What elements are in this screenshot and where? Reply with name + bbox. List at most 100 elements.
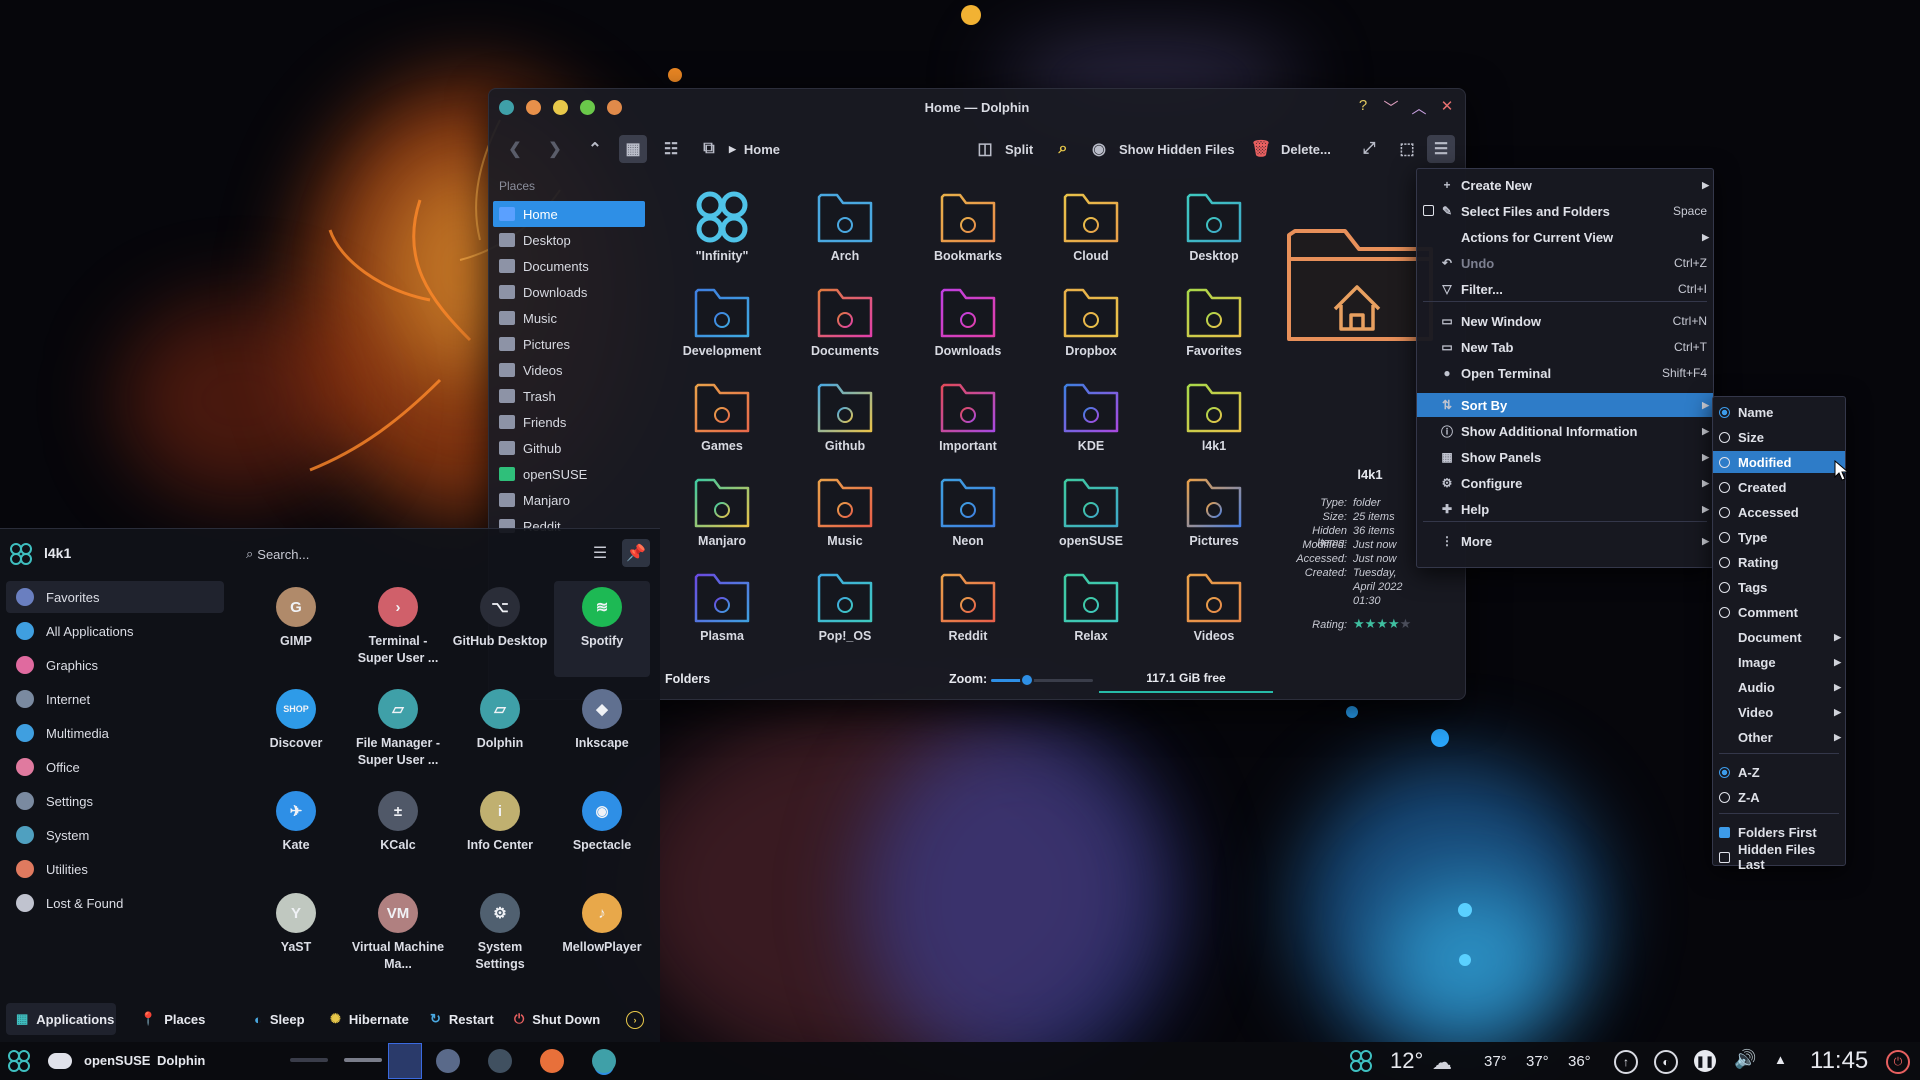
folder-item[interactable]: Pictures [1156, 472, 1272, 564]
launcher-app[interactable]: ✈ Kate [248, 785, 344, 881]
folder-item[interactable]: Dropbox [1033, 282, 1149, 374]
places-item[interactable]: Pictures [493, 331, 645, 357]
user-avatar[interactable] [10, 543, 32, 565]
zoom-slider[interactable] [991, 673, 1093, 687]
menu-item[interactable]: ▭ New Window Ctrl+N [1417, 309, 1713, 333]
sort-option[interactable]: Modified [1713, 451, 1845, 473]
places-item[interactable]: Videos [493, 357, 645, 383]
places-item[interactable]: Home [493, 201, 645, 227]
screenshot-icon[interactable]: ⬚ [1393, 135, 1421, 163]
launcher-app[interactable]: ⚙ System Settings [452, 887, 548, 983]
star-icon[interactable]: ★ [1400, 616, 1412, 631]
zoom-fit-icon[interactable]: ⤢ [1355, 135, 1383, 163]
night-color-icon[interactable]: ◐ [1654, 1050, 1678, 1074]
radio-button[interactable] [1719, 506, 1730, 518]
sort-option[interactable]: A-Z [1713, 761, 1845, 783]
sort-option[interactable]: Folders First [1713, 821, 1845, 843]
firefox-task-icon[interactable] [540, 1049, 564, 1073]
more-power-options-icon[interactable]: › [626, 1011, 644, 1029]
minimize-button[interactable]: ﹀ [1383, 97, 1399, 118]
radio-button[interactable] [1719, 456, 1730, 468]
back-icon[interactable]: ❮ [501, 135, 529, 163]
launcher-category[interactable]: All Applications [6, 615, 224, 647]
sort-option[interactable]: Created [1713, 476, 1845, 498]
hamburger-menu-icon[interactable]: ☰ [1427, 135, 1455, 163]
folder-item[interactable]: "Infinity" [664, 187, 780, 279]
folder-item[interactable]: Favorites [1156, 282, 1272, 374]
places-item[interactable]: Desktop [493, 227, 645, 253]
folder-item[interactable]: Music [787, 472, 903, 564]
launcher-app[interactable]: VM Virtual Machine Ma... [350, 887, 446, 983]
launcher-category[interactable]: Internet [6, 683, 224, 715]
places-item[interactable]: Friends [493, 409, 645, 435]
free-space-bar[interactable]: 117.1 GiB free [1099, 667, 1273, 693]
menu-item[interactable]: ⓘ Show Additional Information ▶ [1417, 419, 1713, 443]
menu-item[interactable]: ⚙ Configure ▶ [1417, 471, 1713, 495]
folder-item[interactable]: Documents [787, 282, 903, 374]
places-item[interactable]: Trash [493, 383, 645, 409]
settings-task-icon[interactable] [488, 1049, 512, 1073]
opensuse-logo-icon[interactable] [48, 1053, 72, 1069]
launcher-app[interactable]: ▱ Dolphin [452, 683, 548, 779]
power-icon[interactable]: ⏻ [1886, 1050, 1910, 1074]
star-icon[interactable]: ★ [1388, 616, 1400, 631]
menu-item[interactable]: Actions for Current View ▶ [1417, 225, 1713, 249]
sort-option[interactable]: Tags [1713, 576, 1845, 598]
volume-icon[interactable]: 🔊 [1734, 1049, 1756, 1070]
help-button[interactable]: ? [1355, 97, 1371, 118]
weather-temperature[interactable]: 12° [1390, 1048, 1423, 1074]
folder-item[interactable]: Important [910, 377, 1026, 469]
folder-item[interactable]: Bookmarks [910, 187, 1026, 279]
radio-button[interactable] [1719, 431, 1730, 443]
launcher-category[interactable]: Lost & Found [6, 887, 224, 919]
launcher-app[interactable]: ◆ Inkscape [554, 683, 650, 779]
menu-item[interactable]: ⋮ More ▶ [1417, 529, 1713, 553]
split-button[interactable]: ◫ Split [971, 135, 1033, 163]
sort-option[interactable]: Image ▶ [1713, 651, 1845, 673]
star-icon[interactable]: ★ [1376, 616, 1388, 631]
checkbox[interactable] [1719, 826, 1730, 838]
up-icon[interactable]: ⌃ [581, 135, 609, 163]
sort-option[interactable]: Hidden Files Last [1713, 842, 1845, 872]
sort-option[interactable]: Comment [1713, 601, 1845, 623]
clock[interactable]: 11:45 [1810, 1047, 1868, 1075]
places-item[interactable]: Music [493, 305, 645, 331]
folder-item[interactable]: Cloud [1033, 187, 1149, 279]
places-tab[interactable]: 📍 Places [140, 1003, 205, 1035]
radio-button[interactable] [1719, 406, 1730, 418]
menu-item[interactable]: + Create New ▶ [1417, 173, 1713, 197]
virtual-desktop-1[interactable] [290, 1058, 328, 1062]
launcher-search-field[interactable]: ⌕ Search... [246, 543, 576, 565]
menu-item[interactable]: ↶ Undo Ctrl+Z [1417, 251, 1713, 275]
folder-item[interactable]: Pop!_OS [787, 567, 903, 659]
radio-button[interactable] [1719, 481, 1730, 493]
filter-settings-icon[interactable]: ☰ [588, 541, 612, 565]
launcher-app[interactable]: ▱ File Manager - Super User ... [350, 683, 446, 779]
taskbar-distro-label[interactable]: openSUSE [84, 1053, 150, 1068]
places-item[interactable]: Manjaro [493, 487, 645, 513]
radio-button[interactable] [1719, 581, 1730, 593]
launcher-app[interactable]: ◉ Spectacle [554, 785, 650, 881]
launcher-category[interactable]: Utilities [6, 853, 224, 885]
menu-item[interactable]: ✎ Select Files and Folders Space [1417, 199, 1713, 223]
places-item[interactable]: Downloads [493, 279, 645, 305]
details-view-icon[interactable]: ⧉ [695, 135, 723, 163]
title-bar[interactable]: Home — Dolphin ? ﹀ ︿ ✕ [489, 89, 1465, 127]
folder-item[interactable]: Videos [1156, 567, 1272, 659]
taskbar-active-app[interactable]: Dolphin [157, 1053, 205, 1068]
folder-item[interactable]: Arch [787, 187, 903, 279]
sort-option[interactable]: Name [1713, 401, 1845, 423]
folder-item[interactable]: Games [664, 377, 780, 469]
sort-option[interactable]: Other ▶ [1713, 726, 1845, 748]
close-button[interactable]: ✕ [1439, 97, 1455, 118]
maximize-button[interactable]: ︿ [1411, 97, 1427, 118]
restart-button[interactable]: ↻ Restart [430, 1003, 494, 1035]
places-item[interactable]: Documents [493, 253, 645, 279]
star-icon[interactable]: ★ [1365, 616, 1377, 631]
media-pause-icon[interactable]: ❚❚ [1694, 1050, 1716, 1072]
radio-button[interactable] [1719, 766, 1730, 778]
zoom-slider-handle[interactable] [1019, 673, 1034, 687]
applications-tab[interactable]: ▦ Applications [6, 1003, 116, 1035]
places-item[interactable]: Github [493, 435, 645, 461]
folder-item[interactable]: l4k1 [1156, 377, 1272, 469]
